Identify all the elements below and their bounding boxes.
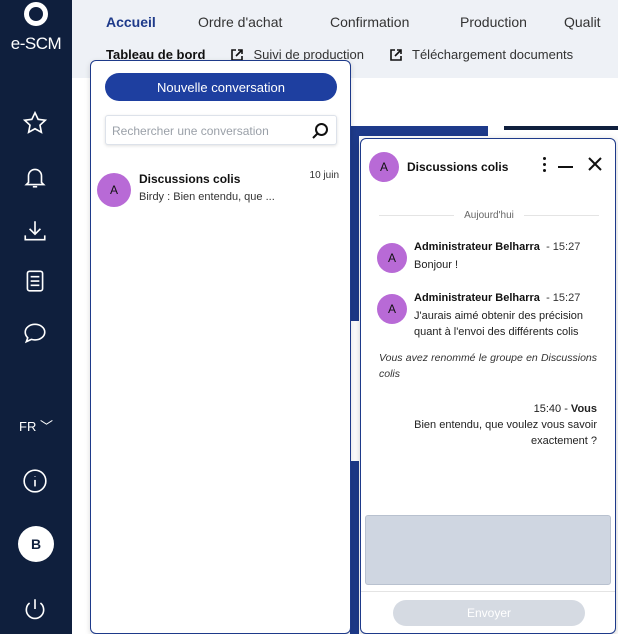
subtab-telechargement-documents[interactable]: Téléchargement documents — [412, 47, 573, 62]
message-text: Bonjour ! — [414, 259, 459, 271]
bell-icon[interactable] — [18, 160, 52, 194]
background-column — [350, 136, 359, 634]
message-author: Administrateur Belharra - 15:27 — [414, 292, 581, 304]
conversation-avatar: A — [97, 173, 131, 207]
star-icon[interactable] — [18, 106, 52, 140]
send-button[interactable]: Envoyer — [393, 600, 585, 626]
conversation-item[interactable]: A Discussions colis 10 juin Birdy : Bien… — [97, 167, 345, 211]
own-message: 15:40 - Vous Bien entendu, que voulez vo… — [381, 401, 597, 449]
chat-title: Discussions colis — [407, 160, 509, 174]
side-rail: e-SCM FR ﹀ B — [0, 0, 72, 634]
tab-accueil[interactable]: Accueil — [106, 14, 198, 30]
conversation-list-panel: Nouvelle conversation A Discussions coli… — [90, 60, 351, 634]
own-message-time: 15:40 - — [533, 403, 571, 415]
logo-mark-icon — [24, 2, 48, 26]
message-avatar: A — [377, 243, 407, 273]
conversation-name: Discussions colis — [139, 172, 241, 186]
conversation-date: 10 juin — [309, 170, 339, 181]
message-time: - 15:27 — [546, 292, 581, 304]
chat-header: A Discussions colis — [361, 139, 615, 195]
language-selector[interactable]: FR ﹀ — [0, 416, 72, 435]
chat-avatar: A — [369, 152, 399, 182]
tab-confirmation[interactable]: Confirmation — [330, 14, 460, 30]
app-logo[interactable]: e-SCM — [0, 0, 72, 60]
main-tabs: Accueil Ordre d'achat Confirmation Produ… — [106, 14, 601, 30]
minimize-icon[interactable] — [558, 157, 574, 175]
external-link-icon — [390, 48, 402, 61]
search-icon[interactable] — [310, 121, 330, 141]
tab-qualite[interactable]: Qualit — [564, 14, 601, 30]
power-icon[interactable] — [18, 592, 52, 626]
background-card-header — [350, 126, 488, 136]
tab-production[interactable]: Production — [460, 14, 564, 30]
more-options-icon[interactable] — [541, 157, 547, 175]
search-input[interactable] — [112, 122, 302, 140]
own-message-meta: 15:40 - Vous — [381, 401, 597, 417]
conversation-preview: Birdy : Bien entendu, que ... — [139, 191, 275, 203]
system-message: Vous avez renommé le groupe en Discussio… — [379, 352, 597, 380]
own-message-text: Bien entendu, que voulez vous savoir exa… — [414, 419, 597, 447]
chat-bubble-icon[interactable] — [18, 316, 52, 350]
download-icon[interactable] — [18, 214, 52, 248]
day-label: Aujourd'hui — [464, 209, 514, 221]
document-icon[interactable] — [18, 264, 52, 298]
new-conversation-button[interactable]: Nouvelle conversation — [105, 73, 337, 101]
language-label: FR — [19, 419, 37, 434]
day-separator: Aujourd'hui — [379, 209, 600, 221]
message-avatar: A — [377, 294, 407, 324]
own-message-author: Vous — [570, 403, 597, 415]
info-icon[interactable] — [18, 464, 52, 498]
divider — [361, 591, 615, 592]
message-composer[interactable] — [365, 515, 611, 585]
message-text: J'aurais aimé obtenir des précision quan… — [414, 310, 584, 338]
close-icon[interactable] — [587, 156, 605, 174]
external-link-icon — [231, 48, 244, 61]
background-card-header — [504, 126, 618, 130]
logo-text: e-SCM — [10, 34, 62, 53]
tab-ordre-achat[interactable]: Ordre d'achat — [198, 14, 330, 30]
message-author: Administrateur Belharra - 15:27 — [414, 241, 581, 253]
conversation-search — [105, 115, 337, 145]
user-avatar[interactable]: B — [18, 526, 54, 562]
chat-window: A Discussions colis Aujourd'hui A Admini… — [360, 138, 616, 634]
message-time: - 15:27 — [546, 241, 581, 253]
chevron-down-icon: ﹀ — [39, 419, 53, 434]
